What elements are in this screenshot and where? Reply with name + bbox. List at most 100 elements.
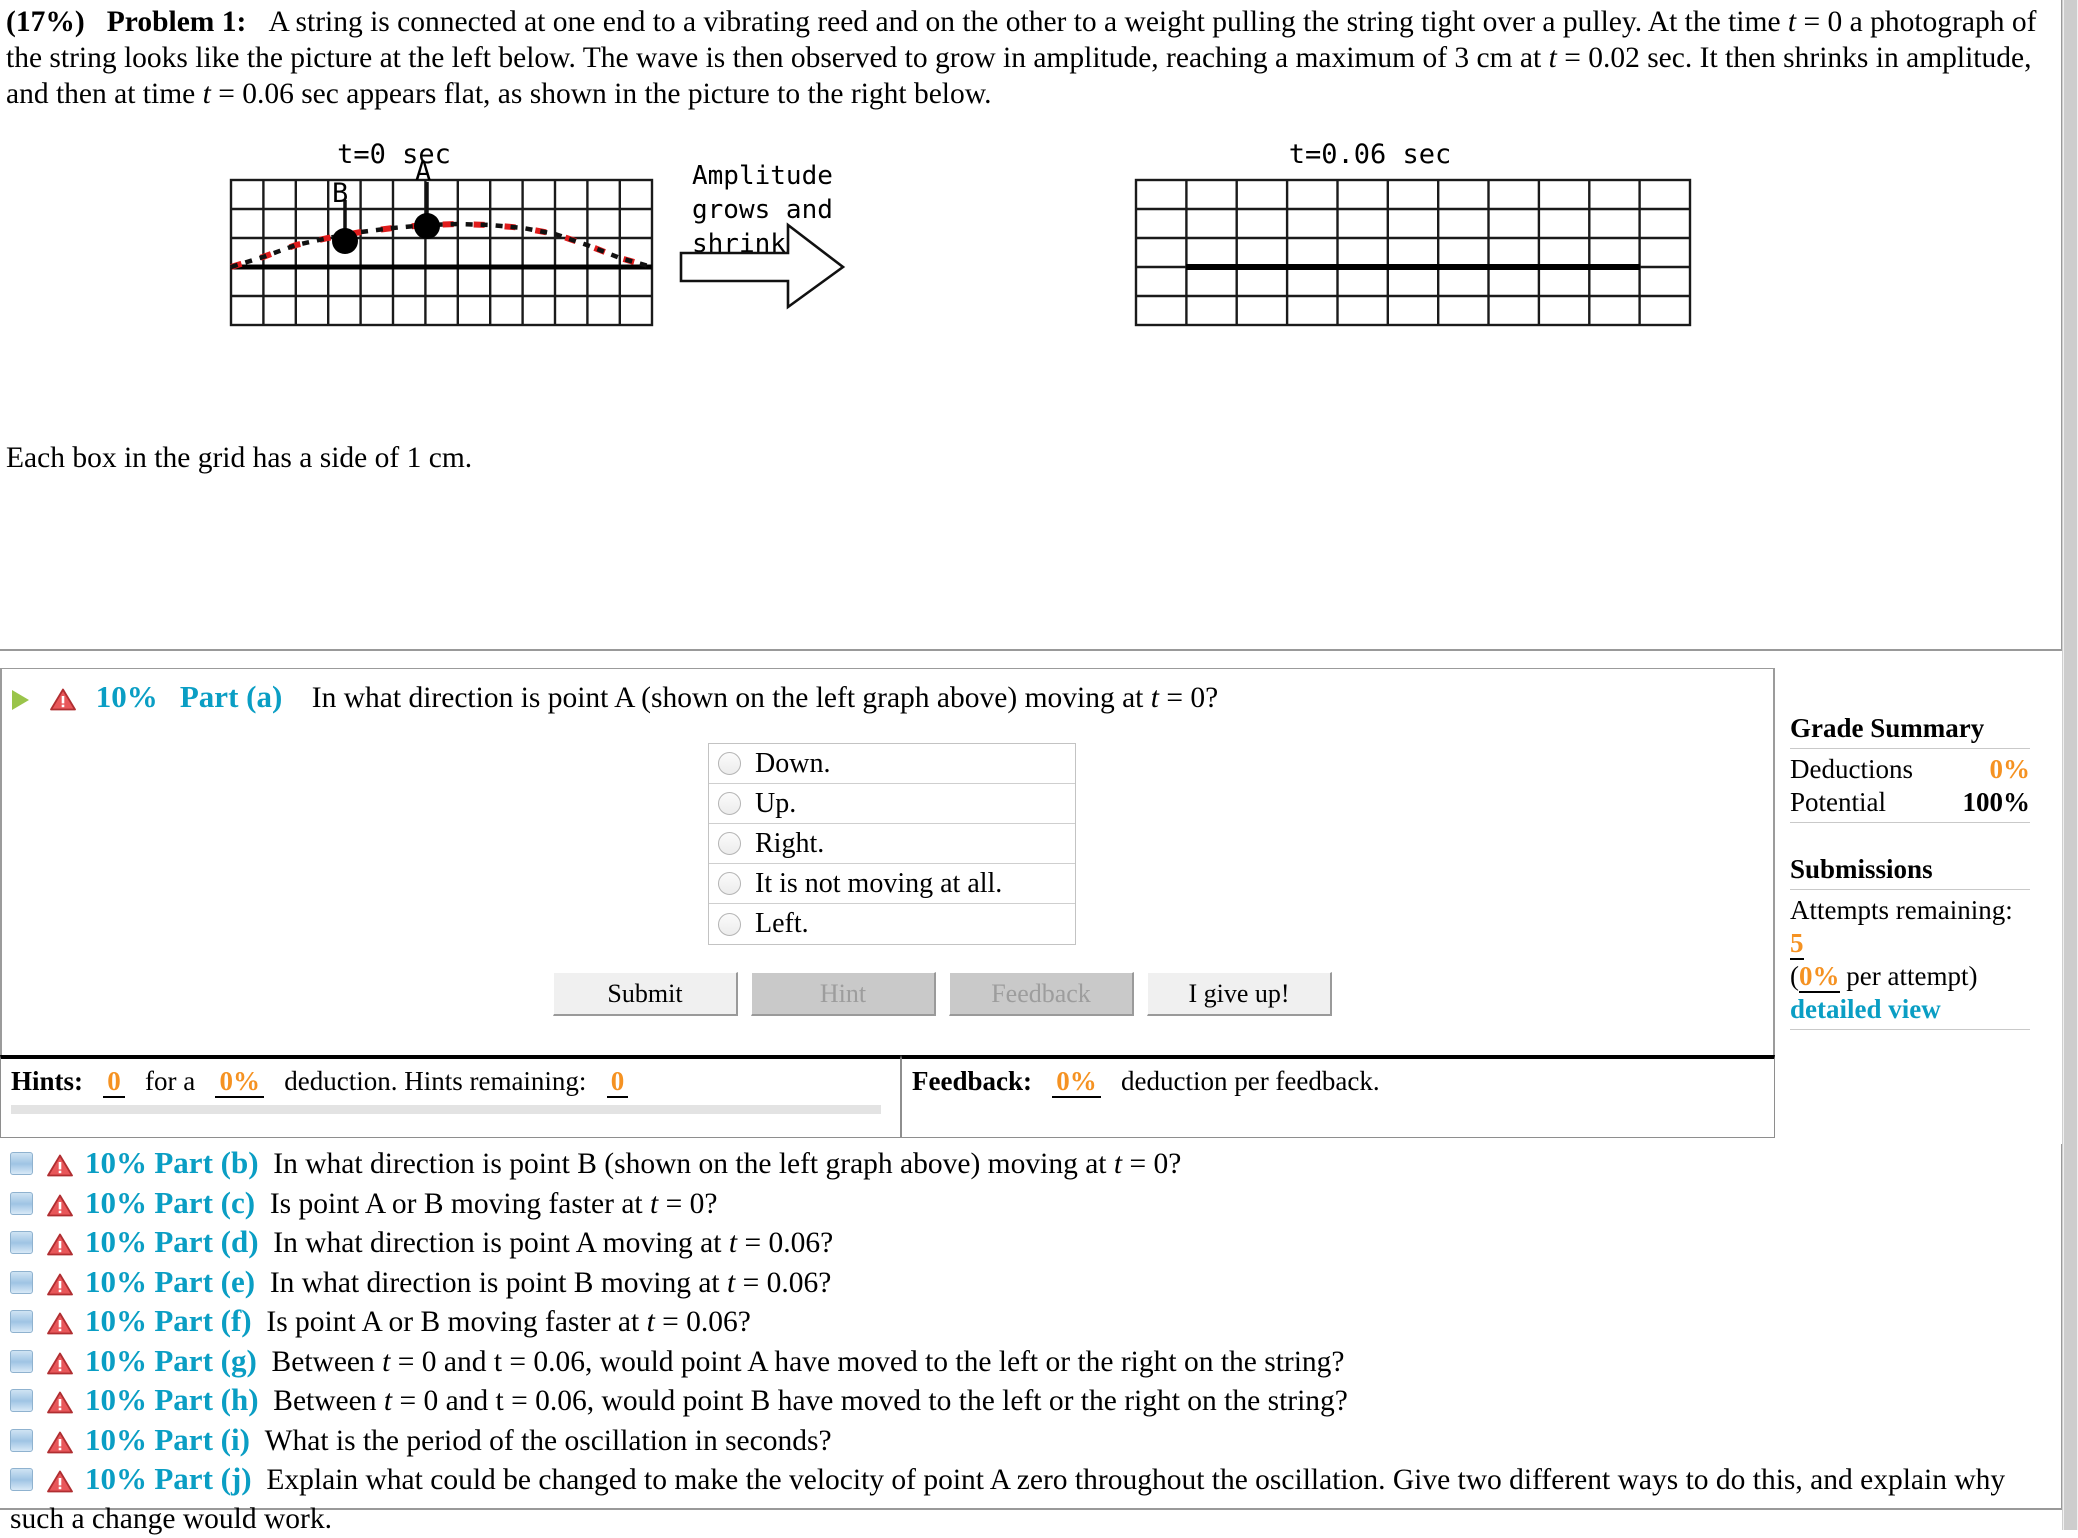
divider <box>1790 1029 2030 1030</box>
per-attempt-text: per attempt) <box>1846 961 1978 991</box>
grade-summary-title: Grade Summary <box>1790 713 1985 743</box>
choice-option[interactable]: Down. <box>709 744 1075 784</box>
collapsed-square-icon[interactable] <box>10 1191 33 1215</box>
part-question-pre: In what direction is point B moving at <box>269 1266 728 1299</box>
part-question-post: = 0? <box>658 1187 718 1220</box>
part-row-i[interactable]: 10% Part (i) What is the period of the o… <box>0 1421 2061 1461</box>
radio-button[interactable] <box>718 832 741 855</box>
potential-value: 100% <box>1962 787 2031 817</box>
collapsed-square-icon[interactable] <box>10 1270 33 1294</box>
hints-feedback-strip: Hints: 0 for a 0% deduction. Hints remai… <box>0 1055 1775 1138</box>
problem-weight: (17%) <box>6 6 85 38</box>
point-a-dot <box>414 213 440 239</box>
choice-label: Right. <box>755 827 825 859</box>
collapsed-square-icon[interactable] <box>10 1231 33 1254</box>
feedback-line: Feedback: 0% deduction per feedback. <box>912 1066 1380 1098</box>
part-question-pre: Explain what could be changed to make th… <box>10 1464 2006 1535</box>
expand-triangle-icon[interactable] <box>12 690 29 710</box>
vertical-scrollbar[interactable] <box>2062 0 2078 1530</box>
part-row-d[interactable]: 10% Part (d) In what direction is point … <box>0 1223 2061 1263</box>
warning-triangle-icon <box>47 1312 73 1335</box>
potential-label: Potential <box>1790 787 1886 817</box>
part-row-e[interactable]: 10% Part (e) In what direction is point … <box>0 1263 2061 1303</box>
part-row-b[interactable]: 10% Part (b) In what direction is point … <box>0 1144 2061 1184</box>
choice-option[interactable]: It is not moving at all. <box>709 864 1075 904</box>
hints-label: Hints: <box>11 1066 84 1096</box>
part-question-post: = 0 and t = 0.06, would point B have mov… <box>392 1385 1348 1417</box>
part-label: Part (b) <box>154 1145 259 1180</box>
part-a-choice-list: Down. Up. Right. It is not moving at all… <box>708 743 1076 945</box>
scrollbar-thumb[interactable] <box>2064 0 2077 1530</box>
left-graph-caption: t=0 sec <box>337 140 451 170</box>
submit-button[interactable]: Submit <box>553 972 738 1016</box>
parts-list: 10% Part (b) In what direction is point … <box>0 1144 2063 1535</box>
part-row-f[interactable]: 10% Part (f) Is point A or B moving fast… <box>0 1302 2061 1342</box>
part-a-button-row: Submit Hint Feedback I give up! <box>553 972 1341 1016</box>
radio-button[interactable] <box>718 752 741 775</box>
warning-triangle-icon <box>47 1154 73 1177</box>
collapsed-square-icon[interactable] <box>10 1152 33 1175</box>
arrow-caption-line2: grows and <box>692 195 833 225</box>
warning-triangle-icon <box>47 1194 73 1217</box>
radio-button[interactable] <box>718 872 741 895</box>
hints-remaining: 0 <box>606 1066 629 1098</box>
part-question-post: = 0 and t = 0.06, would point A have mov… <box>390 1345 1345 1378</box>
part-row-j[interactable]: 10% Part (j) Explain what could be chang… <box>0 1460 2061 1538</box>
feedback-label: Feedback: <box>912 1066 1032 1096</box>
radio-button[interactable] <box>718 912 741 936</box>
divider <box>1790 822 2030 823</box>
warning-triangle-icon <box>47 1273 73 1296</box>
paren-open: ( <box>1790 961 1799 991</box>
part-a-question-var: t <box>1150 682 1159 714</box>
problem-page: (17%) Problem 1: A string is connected a… <box>0 0 2078 1535</box>
choice-label: Up. <box>755 787 797 819</box>
warning-triangle-icon <box>47 1233 73 1256</box>
part-percent: 10% <box>85 1224 147 1259</box>
part-percent: 10% <box>85 1303 147 1338</box>
feedback-button: Feedback <box>949 972 1134 1016</box>
hints-box: Hints: 0 for a 0% deduction. Hints remai… <box>0 1055 901 1138</box>
part-percent: 10% <box>85 1145 147 1180</box>
part-label: Part (e) <box>154 1263 256 1299</box>
t-variable-2: t <box>1548 42 1557 74</box>
part-row-c[interactable]: 10% Part (c) Is point A or B moving fast… <box>0 1184 2061 1224</box>
part-label: Part (f) <box>154 1303 252 1338</box>
attempts-value: 5 <box>1790 928 1804 960</box>
problem-statement-text: (17%) Problem 1: A string is connected a… <box>6 4 2051 112</box>
part-question-var: t <box>728 1227 738 1259</box>
part-row-h[interactable]: 10% Part (h) Between t = 0 and t = 0.06,… <box>0 1381 2061 1421</box>
choice-option[interactable]: Left. <box>709 904 1075 944</box>
part-percent: 10% <box>85 1184 147 1220</box>
hints-deduction: 0% <box>215 1066 264 1098</box>
hints-line: Hints: 0 for a 0% deduction. Hints remai… <box>11 1066 629 1098</box>
feedback-deduction: 0% <box>1052 1066 1101 1098</box>
deductions-value: 0% <box>1989 754 2031 784</box>
collapsed-square-icon[interactable] <box>10 1389 33 1412</box>
part-percent: 10% <box>85 1382 147 1417</box>
choice-label: It is not moving at all. <box>755 867 1003 899</box>
collapsed-square-icon[interactable] <box>10 1349 33 1373</box>
right-grid <box>1134 178 1692 327</box>
point-a-label: A <box>415 156 431 187</box>
per-attempt-row: (0% per attempt) <box>1790 960 2030 993</box>
grade-row-deductions: Deductions 0% <box>1790 753 2030 786</box>
attempts-label: Attempts remaining: <box>1790 895 2013 925</box>
collapsed-square-icon[interactable] <box>10 1468 33 1491</box>
part-percent: 10% <box>85 1461 147 1496</box>
choice-label: Down. <box>755 747 831 779</box>
detailed-view-link[interactable]: detailed view <box>1790 993 2030 1026</box>
warning-triangle-icon <box>47 1352 73 1375</box>
choice-option[interactable]: Right. <box>709 824 1075 864</box>
part-row-g[interactable]: 10% Part (g) Between t = 0 and t = 0.06,… <box>0 1342 2061 1382</box>
hints-content-placeholder <box>11 1105 881 1114</box>
choice-option[interactable]: Up. <box>709 784 1075 824</box>
part-question-post: = 0.06? <box>737 1227 834 1259</box>
collapsed-square-icon[interactable] <box>10 1310 33 1333</box>
radio-button[interactable] <box>718 792 741 815</box>
i-give-up-button[interactable]: I give up! <box>1147 972 1332 1016</box>
collapsed-square-icon[interactable] <box>10 1428 33 1452</box>
point-b-label: B <box>332 178 348 209</box>
part-question-pre: In what direction is point A moving at <box>273 1227 729 1259</box>
hints-deduction-text: deduction. Hints remaining: <box>284 1066 587 1096</box>
